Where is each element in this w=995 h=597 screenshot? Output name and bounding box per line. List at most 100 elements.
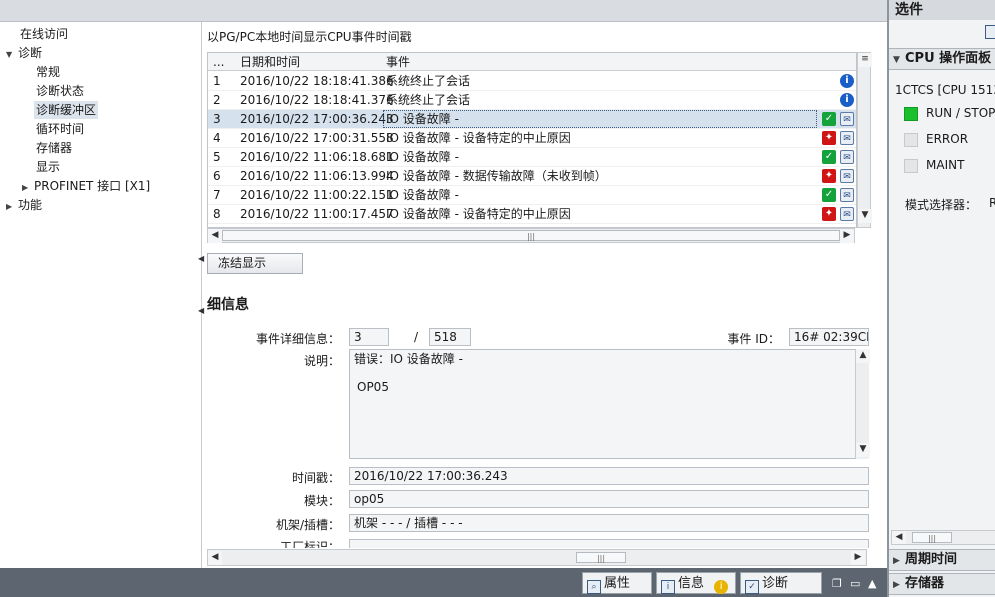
description-scrollbar[interactable]: ▲ ▼ <box>855 349 870 459</box>
row-number: 1 <box>213 74 221 88</box>
row-datetime: 2016/10/22 17:00:31.558 <box>240 131 394 145</box>
run-stop-label: RUN / STOP <box>926 106 995 120</box>
acknowledge-icon[interactable]: ✉ <box>840 188 854 202</box>
error-led <box>904 133 918 147</box>
selected-cell-focus <box>383 110 817 128</box>
row-number: 2 <box>213 93 221 107</box>
nav-item-diagnostic-status[interactable]: 诊断状态 <box>36 82 84 100</box>
module-field: op05 <box>349 490 869 508</box>
panel-splitter[interactable]: ◀ ◀ <box>198 250 207 320</box>
splitter-arrow-icon[interactable]: ◀ <box>198 306 204 315</box>
acknowledge-icon[interactable]: ✉ <box>840 207 854 221</box>
description-line: OP05 <box>357 380 389 394</box>
row-number: 8 <box>213 207 221 221</box>
scrollbar-thumb[interactable]: ||| <box>222 230 840 241</box>
expand-arrow-icon[interactable]: ▶ <box>893 551 905 571</box>
acknowledge-icon[interactable]: ✉ <box>840 169 854 183</box>
maint-label: MAINT <box>926 158 965 172</box>
mode-selector-value: R <box>989 196 995 210</box>
rack-slot-label: 机架/插槽： <box>275 518 340 532</box>
acknowledge-icon[interactable]: ✉ <box>840 131 854 145</box>
error-status-icon: ✦ <box>822 169 836 183</box>
table-row[interactable]: 3 2016/10/22 17:00:36.243 IO 设备故障 - ✓ ✉ <box>208 110 856 129</box>
scroll-left-icon[interactable]: ◀ <box>892 531 906 544</box>
row-number: 3 <box>213 112 221 126</box>
tab-diagnostics[interactable]: ✓ 诊断 <box>740 572 822 594</box>
nav-item-cycle-time[interactable]: 循环时间 <box>36 120 84 138</box>
minimize-icon[interactable]: ▭ <box>850 577 860 590</box>
panel-horizontal-scrollbar[interactable]: ◀ ||| <box>891 530 995 545</box>
acknowledge-icon[interactable]: ✉ <box>840 112 854 126</box>
section-memory[interactable]: ▶ 存储器 <box>889 573 995 595</box>
description-textarea[interactable]: 错误：IO 设备故障 - OP05 <box>349 349 859 459</box>
scroll-left-icon[interactable]: ◀ <box>208 229 222 243</box>
mode-selector-label: 模式选择器： <box>905 198 978 212</box>
details-title: 细信息 <box>207 297 249 313</box>
row-event: IO 设备故障 - 设备特定的中止原因 <box>386 131 571 145</box>
nav-item-display[interactable]: 显示 <box>36 158 60 176</box>
diagnostic-buffer-table: ... 日期和时间 事件 1 2016/10/22 18:18:41.386 系统终… <box>207 52 857 228</box>
row-number: 4 <box>213 131 221 145</box>
column-header-datetime[interactable]: 日期和时间 <box>240 53 300 71</box>
table-header: ... 日期和时间 事件 <box>208 53 856 71</box>
timestamp-label: 时间戳： <box>291 471 340 485</box>
panel-toolbar-icon[interactable] <box>985 25 995 39</box>
collapse-arrow-icon[interactable]: ▼ <box>893 50 905 70</box>
nav-item-diagnostic-buffer[interactable]: 诊断缓冲区 <box>34 101 99 119</box>
nav-item-profinet-interface[interactable]: ▶ PROFINET 接口 [X1] <box>22 177 150 195</box>
table-row[interactable]: 5 2016/10/22 11:06:18.681 IO 设备故障 - ✓ ✉ <box>208 148 856 167</box>
nav-item-memory[interactable]: 存储器 <box>36 139 72 157</box>
freeze-display-button[interactable]: 冻结显示 <box>207 253 303 274</box>
scroll-down-icon[interactable]: ▼ <box>858 209 872 223</box>
navigation-tree: 在线访问 ▼ 诊断 常规 诊断状态 诊断缓冲区 循环时间 存储器 显示 ▶ PROF… <box>0 22 202 568</box>
scrollbar-thumb[interactable]: ||| <box>912 532 952 543</box>
row-datetime: 2016/10/22 18:18:41.386 <box>240 74 394 88</box>
timestamp-display-option[interactable]: 以PG/PC本地时间显示CPU事件时间戳 <box>207 28 412 45</box>
error-status-icon: ✦ <box>822 131 836 145</box>
tab-properties[interactable]: ⌕ 属性 <box>582 572 652 594</box>
collapse-arrow-icon[interactable]: ▼ <box>6 46 18 64</box>
scroll-up-icon[interactable]: ▲ <box>856 349 870 363</box>
description-label: 说明： <box>303 354 340 368</box>
section-cycle-time[interactable]: ▶ 周期时间 <box>889 549 995 571</box>
scroll-down-icon[interactable]: ▼ <box>856 443 870 457</box>
nav-item-diagnostics[interactable]: ▼ 诊断 <box>6 44 42 62</box>
expand-arrow-icon[interactable]: ▶ <box>22 179 34 197</box>
event-id-field: 16# 02:39CB <box>789 328 869 346</box>
column-header-event[interactable]: 事件 <box>386 53 410 71</box>
section-cpu-operator-panel[interactable]: ▼ CPU 操作面板 <box>889 48 995 70</box>
error-label: ERROR <box>926 132 969 146</box>
splitter-arrow-icon[interactable]: ◀ <box>198 254 204 263</box>
table-row[interactable]: 6 2016/10/22 11:06:13.994 IO 设备故障 - 数据传输故障… <box>208 167 856 186</box>
table-horizontal-scrollbar[interactable]: ◀ ||| ▶ <box>207 228 855 243</box>
details-horizontal-scrollbar[interactable]: ◀ ||| ▶ <box>207 549 867 566</box>
table-row[interactable]: 8 2016/10/22 11:00:17.457 IO 设备故障 - 设备特定的中… <box>208 205 856 224</box>
table-vertical-scrollbar[interactable]: ≡ ▼ <box>857 52 872 228</box>
scroll-left-icon[interactable]: ◀ <box>208 551 222 565</box>
scroll-right-icon[interactable]: ▶ <box>840 229 854 243</box>
module-label: 模块： <box>303 494 340 508</box>
expand-arrow-icon[interactable]: ▶ <box>893 575 905 595</box>
tab-info[interactable]: i 信息 i <box>656 572 736 594</box>
table-row[interactable]: 7 2016/10/22 11:00:22.151 IO 设备故障 - ✓ ✉ <box>208 186 856 205</box>
table-row[interactable]: 2 2016/10/22 18:18:41.376 系统终止了会话 i <box>208 91 856 110</box>
row-number: 5 <box>213 150 221 164</box>
nav-item-general[interactable]: 常规 <box>36 63 60 81</box>
table-row[interactable]: 1 2016/10/22 18:18:41.386 系统终止了会话 i <box>208 72 856 91</box>
scrollbar-thumb[interactable]: ||| <box>576 552 626 563</box>
expand-arrow-icon[interactable]: ▶ <box>6 198 18 216</box>
column-header-more[interactable]: ... <box>213 53 224 71</box>
column-settings-icon[interactable]: ≡ <box>858 53 872 67</box>
table-row[interactable]: 4 2016/10/22 17:00:31.558 IO 设备故障 - 设备特定的中… <box>208 129 856 148</box>
event-index-field[interactable]: 3 <box>349 328 389 346</box>
acknowledge-icon[interactable]: ✉ <box>840 150 854 164</box>
info-icon: i <box>840 93 854 107</box>
collapse-up-icon[interactable]: ▲ <box>868 577 876 590</box>
scroll-right-icon[interactable]: ▶ <box>851 551 865 565</box>
info-tab-icon: i <box>661 580 675 594</box>
rack-slot-field: 机架 - - - / 插槽 - - - <box>349 514 869 532</box>
nav-item-functions[interactable]: ▶ 功能 <box>6 196 42 214</box>
float-window-icon[interactable]: ❐ <box>832 577 842 590</box>
info-icon: i <box>840 74 854 88</box>
nav-item-online-access[interactable]: 在线访问 <box>8 25 68 43</box>
